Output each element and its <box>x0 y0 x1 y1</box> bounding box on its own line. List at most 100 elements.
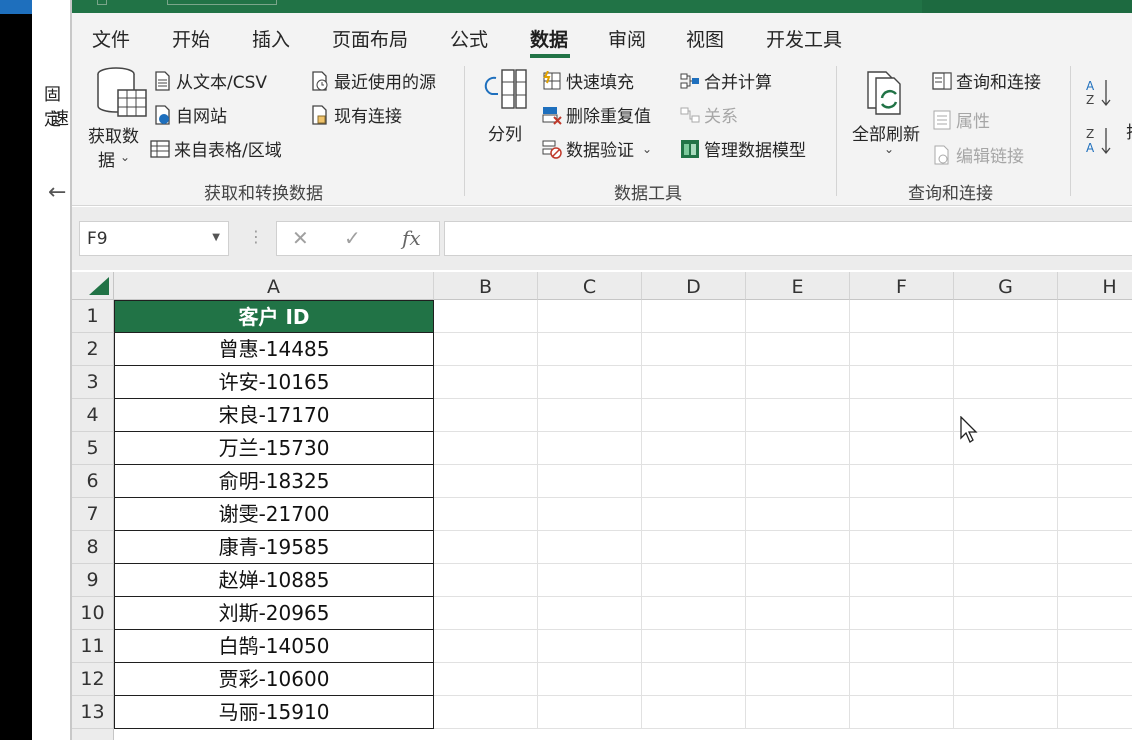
empty-cell[interactable] <box>1058 465 1132 498</box>
empty-cell[interactable] <box>954 630 1058 663</box>
empty-cell[interactable] <box>850 465 954 498</box>
properties-button[interactable]: 属性 <box>932 107 990 132</box>
empty-cell[interactable] <box>434 597 538 630</box>
empty-cell[interactable] <box>850 399 954 432</box>
row-header[interactable]: 4 <box>72 399 114 432</box>
existing-connections-button[interactable]: 现有连接 <box>310 102 402 127</box>
empty-cell[interactable] <box>746 432 850 465</box>
empty-cell[interactable] <box>954 300 1058 333</box>
table-cell[interactable]: 曾惠-14485 <box>114 333 434 366</box>
relationships-button[interactable]: 关系 <box>680 102 738 127</box>
row-header[interactable]: 12 <box>72 663 114 696</box>
empty-cell[interactable] <box>434 366 538 399</box>
empty-cell[interactable] <box>850 696 954 729</box>
empty-cell[interactable] <box>538 333 642 366</box>
empty-cell[interactable] <box>1058 597 1132 630</box>
empty-cell[interactable] <box>1058 630 1132 663</box>
empty-cell[interactable] <box>642 432 746 465</box>
chevron-down-icon[interactable]: ⌄ <box>642 142 652 156</box>
tab-review[interactable]: 审阅 <box>608 25 646 52</box>
empty-cell[interactable] <box>954 465 1058 498</box>
empty-cell[interactable] <box>850 663 954 696</box>
row-header[interactable]: 9 <box>72 564 114 597</box>
column-header-d[interactable]: D <box>642 272 746 300</box>
row-header[interactable]: 13 <box>72 696 114 729</box>
empty-cell[interactable] <box>434 696 538 729</box>
empty-cell[interactable] <box>746 564 850 597</box>
empty-cell[interactable] <box>746 531 850 564</box>
empty-cell[interactable] <box>1058 663 1132 696</box>
empty-cell[interactable] <box>746 498 850 531</box>
empty-cell[interactable] <box>642 531 746 564</box>
get-data-button[interactable]: 获取数 据 ⌄ <box>88 66 148 171</box>
table-cell[interactable]: 贾彩-10600 <box>114 663 434 696</box>
table-cell[interactable]: 俞明-18325 <box>114 465 434 498</box>
flash-fill-button[interactable]: 快速填充 <box>542 68 634 93</box>
empty-cell[interactable] <box>642 663 746 696</box>
table-cell[interactable]: 赵婵-10885 <box>114 564 434 597</box>
column-header-c[interactable]: C <box>538 272 642 300</box>
empty-cell[interactable] <box>746 465 850 498</box>
empty-cell[interactable] <box>1058 333 1132 366</box>
empty-cell[interactable] <box>850 531 954 564</box>
empty-cell[interactable] <box>1058 432 1132 465</box>
empty-cell[interactable] <box>642 366 746 399</box>
empty-cell[interactable] <box>538 366 642 399</box>
empty-cell[interactable] <box>434 663 538 696</box>
sort-a-z-button[interactable]: AZ <box>1084 76 1114 114</box>
empty-cell[interactable] <box>642 399 746 432</box>
empty-cell[interactable] <box>434 432 538 465</box>
tab-view[interactable]: 视图 <box>686 25 724 52</box>
from-web-button[interactable]: 自网站 <box>152 102 227 127</box>
empty-cell[interactable] <box>954 366 1058 399</box>
empty-cell[interactable] <box>850 432 954 465</box>
empty-cell[interactable] <box>954 333 1058 366</box>
remove-duplicates-button[interactable]: 删除重复值 <box>542 102 651 127</box>
column-header-g[interactable]: G <box>954 272 1058 300</box>
recent-sources-button[interactable]: 最近使用的源 <box>310 68 436 93</box>
empty-cell[interactable] <box>1058 399 1132 432</box>
table-cell[interactable]: 白鹄-14050 <box>114 630 434 663</box>
empty-cell[interactable] <box>538 300 642 333</box>
row-header[interactable]: 11 <box>72 630 114 663</box>
empty-cell[interactable] <box>642 300 746 333</box>
from-text-csv-button[interactable]: 从文本/CSV <box>152 68 267 93</box>
table-cell[interactable]: 谢雯-21700 <box>114 498 434 531</box>
empty-cell[interactable] <box>1058 696 1132 729</box>
empty-cell[interactable] <box>434 399 538 432</box>
column-header-e[interactable]: E <box>746 272 850 300</box>
empty-cell[interactable] <box>538 663 642 696</box>
column-header-f[interactable]: F <box>850 272 954 300</box>
empty-cell[interactable] <box>746 630 850 663</box>
table-cell[interactable]: 许安-10165 <box>114 366 434 399</box>
tab-file[interactable]: 文件 <box>92 25 130 52</box>
sort-button-label[interactable]: 排 <box>1126 118 1132 143</box>
tab-developer[interactable]: 开发工具 <box>766 25 842 52</box>
empty-cell[interactable] <box>1058 498 1132 531</box>
enter-icon[interactable]: ✓ <box>344 226 361 250</box>
empty-cell[interactable] <box>434 564 538 597</box>
edit-links-button[interactable]: 编辑链接 <box>932 142 1024 167</box>
refresh-all-button[interactable]: 全部刷新 ⌄ <box>850 68 926 168</box>
row-header[interactable]: 5 <box>72 432 114 465</box>
empty-cell[interactable] <box>538 630 642 663</box>
tab-formulas[interactable]: 公式 <box>450 25 488 52</box>
empty-cell[interactable] <box>642 597 746 630</box>
text-to-columns-button[interactable]: 分列 <box>482 68 530 148</box>
empty-cell[interactable] <box>746 333 850 366</box>
empty-cell[interactable] <box>850 366 954 399</box>
row-header[interactable] <box>72 729 114 740</box>
empty-cell[interactable] <box>850 498 954 531</box>
empty-cell[interactable] <box>1058 564 1132 597</box>
row-header[interactable]: 2 <box>72 333 114 366</box>
empty-cell[interactable] <box>642 498 746 531</box>
empty-cell[interactable] <box>954 696 1058 729</box>
insert-function-icon[interactable]: fx <box>402 226 421 250</box>
empty-cell[interactable] <box>954 597 1058 630</box>
table-cell[interactable]: 刘斯-20965 <box>114 597 434 630</box>
consolidate-button[interactable]: 合并计算 <box>680 68 772 93</box>
empty-cell[interactable] <box>1058 366 1132 399</box>
empty-cell[interactable] <box>642 696 746 729</box>
empty-cell[interactable] <box>434 300 538 333</box>
empty-cell[interactable] <box>1058 300 1132 333</box>
